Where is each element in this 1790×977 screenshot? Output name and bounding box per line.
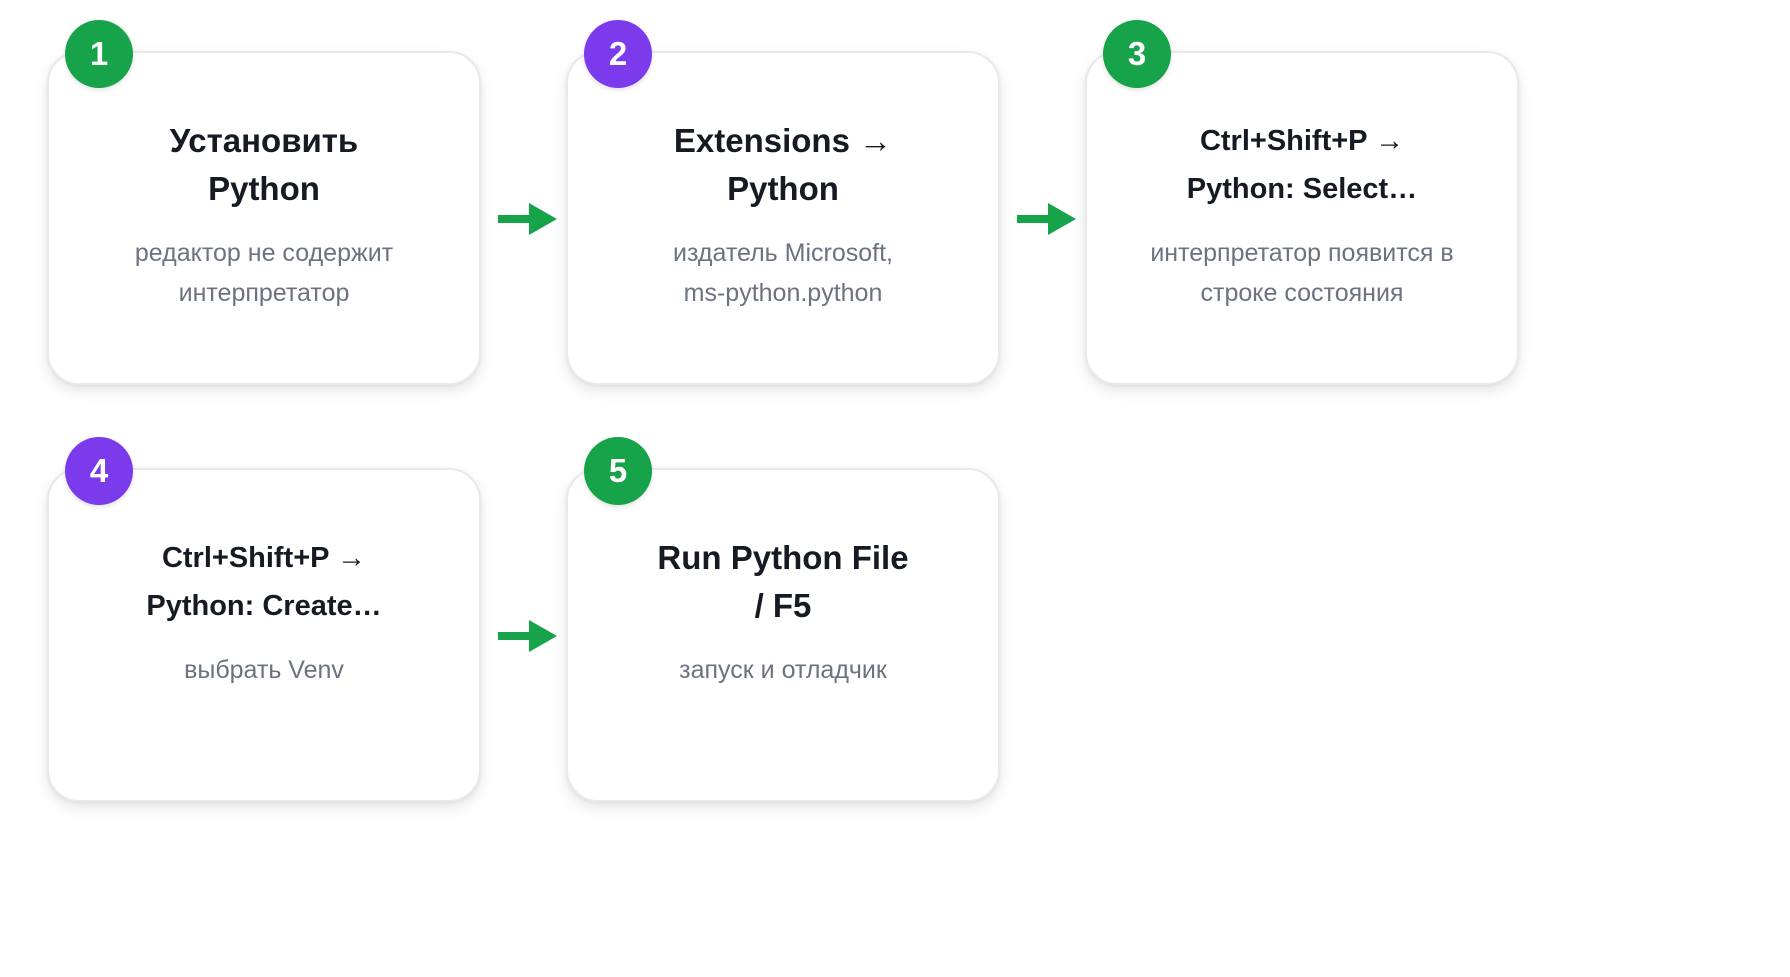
step-number-badge: 5 <box>584 437 652 505</box>
arrow-right-icon <box>498 620 557 652</box>
step-title: Ctrl+Shift+P → Python: Select… <box>1186 125 1418 205</box>
step-title: Ctrl+Shift+P → Python: Create… <box>146 542 382 622</box>
step-card-1: Установить Python редактор не содержит и… <box>47 51 481 385</box>
step-number-badge: 4 <box>65 437 133 505</box>
step-description: выбрать Venv <box>184 656 344 684</box>
step-number-badge: 2 <box>584 20 652 88</box>
step-number-badge: 3 <box>1103 20 1171 88</box>
step-description: интерпретатор появится в строке состояни… <box>1150 239 1454 307</box>
step-title: Установить Python <box>169 122 359 207</box>
step-description: издатель Microsoft, ms-python.python <box>673 239 893 307</box>
step-description: запуск и отладчик <box>679 656 887 684</box>
arrow-right-icon <box>1017 203 1076 235</box>
step-description: редактор не содержит интерпретатор <box>134 239 394 307</box>
arrow-right-icon <box>498 203 557 235</box>
step-title: Run Python File / F5 <box>657 539 909 624</box>
step-card-3: Ctrl+Shift+P → Python: Select… интерпрет… <box>1085 51 1519 385</box>
step-card-2: Extensions → Python издатель Microsoft, … <box>566 51 1000 385</box>
step-card-4: Ctrl+Shift+P → Python: Create… выбрать V… <box>47 468 481 802</box>
step-number-badge: 1 <box>65 20 133 88</box>
step-title: Extensions → Python <box>673 122 893 207</box>
step-card-5: Run Python File / F5 запуск и отладчик <box>566 468 1000 802</box>
